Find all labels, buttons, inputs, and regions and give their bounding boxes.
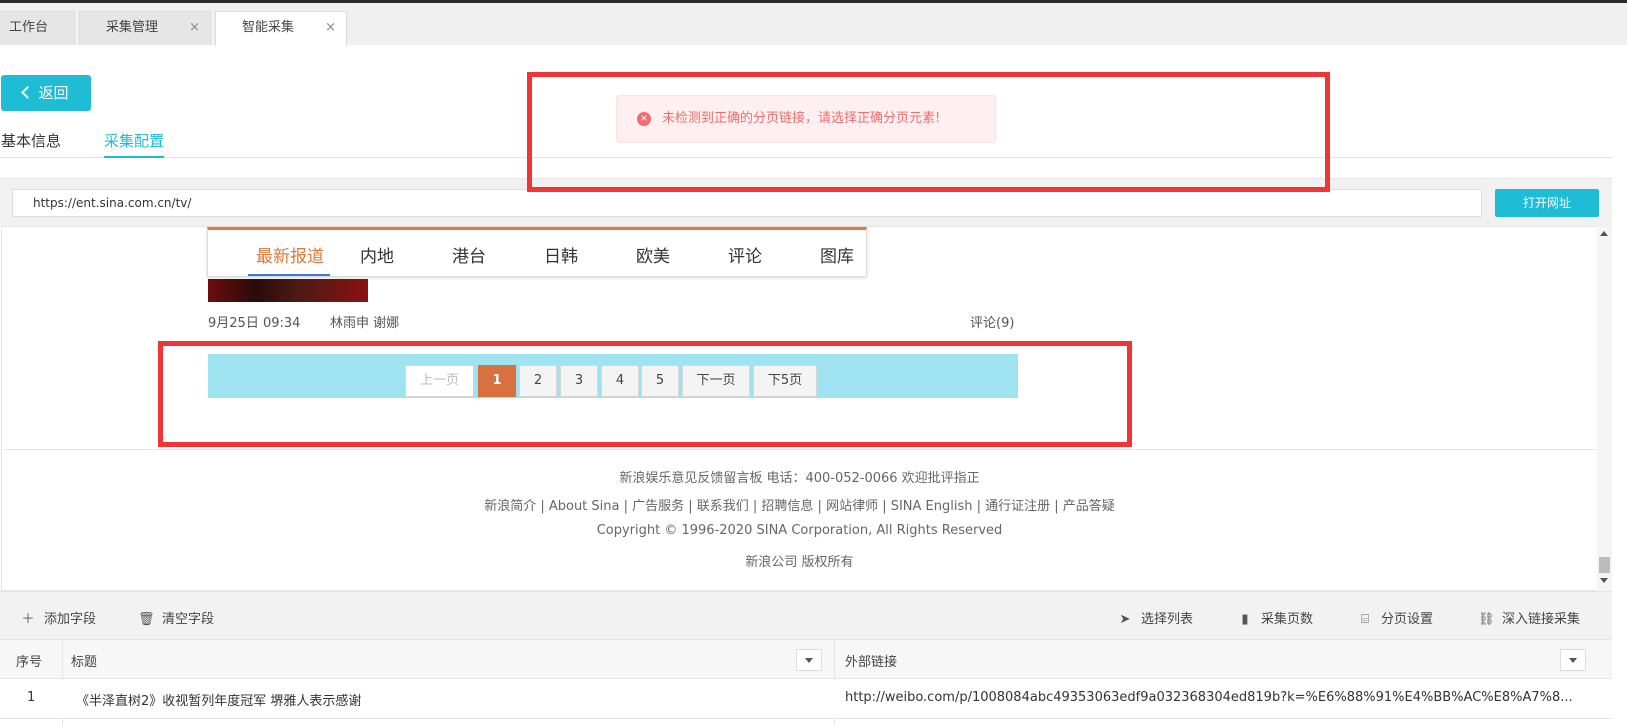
pagination-settings-label: 分页设置 (1381, 612, 1434, 627)
tab-label: 采集管理 (106, 20, 159, 35)
preview-scrollbar[interactable] (1597, 226, 1612, 591)
table-row[interactable]: 1 《半泽直树2》收视暂列年度冠军 堺雅人表示感谢 http://weibo.c… (0, 679, 1612, 719)
article-comments-link[interactable]: 评论(9) (970, 312, 1014, 331)
sina-category-nav: 最新报道 内地 港台 日韩 欧美 评论 图库 (207, 227, 867, 277)
trash-icon: 🗑 (138, 612, 155, 627)
nav-item-reviews[interactable]: 评论 (728, 242, 762, 267)
tab-bar: 工作台 采集管理 × 智能采集 × (0, 3, 1627, 46)
pager-highlight-box (158, 341, 1132, 447)
back-button-label: 返回 (38, 84, 69, 102)
collect-pages-button[interactable]: ▮ 采集页数 (1237, 608, 1313, 627)
title-column-dropdown[interactable] (796, 649, 822, 671)
nav-item-latest[interactable]: 最新报道 (256, 242, 324, 267)
collect-pages-label: 采集页数 (1261, 612, 1314, 627)
nav-item-jp-kr[interactable]: 日韩 (544, 242, 578, 267)
tab-smart-collection[interactable]: 智能采集 × (215, 11, 347, 46)
chevron-left-icon (21, 86, 35, 99)
clear-fields-label: 清空字段 (162, 612, 215, 627)
nav-active-underline (248, 274, 330, 276)
preview-divider (4, 449, 1599, 450)
subtab-basic-info[interactable]: 基本信息 (1, 130, 61, 151)
app-root: 工作台 采集管理 × 智能采集 × 返回 基本信息 采集配置 https://e… (0, 0, 1627, 725)
select-list-button[interactable]: ➤ 选择列表 (1117, 608, 1193, 627)
pagination-settings-button[interactable]: ⌸ 分页设置 (1357, 608, 1433, 627)
open-url-button[interactable]: 打开网址 (1495, 189, 1599, 217)
subtab-collection-config[interactable]: 采集配置 (104, 130, 165, 158)
field-toolbar: ＋ 添加字段 🗑 清空字段 ➤ 选择列表 ▮ 采集页数 ⌸ 分页设置 ⛓ 深入链接采集 (0, 591, 1612, 639)
tab-collection-management[interactable]: 采集管理 × (79, 11, 211, 45)
tab-workbench[interactable]: 工作台 (0, 11, 75, 45)
footer-company: 新浪公司 版权所有 (745, 555, 854, 570)
tab-label: 工作台 (9, 20, 49, 35)
back-button[interactable]: 返回 (1, 75, 91, 111)
pagination-icon: ⌸ (1361, 612, 1369, 627)
scroll-thumb[interactable] (1599, 557, 1610, 573)
row-title: 《半泽直树2》收视暂列年度冠军 堺雅人表示感谢 (76, 694, 362, 709)
chevron-down-icon (805, 658, 813, 663)
deep-link-button[interactable]: ⛓ 深入链接采集 (1478, 608, 1580, 627)
nav-item-mainland[interactable]: 内地 (360, 242, 394, 267)
header-external-link: 外部链接 (845, 655, 898, 670)
toast-highlight-box (527, 72, 1330, 192)
article-authors: 林雨申 谢娜 (330, 316, 400, 331)
header-index: 序号 (16, 655, 43, 670)
add-field-button[interactable]: ＋ 添加字段 (20, 608, 96, 627)
select-list-label: 选择列表 (1141, 612, 1194, 627)
url-input[interactable]: https://ent.sina.com.cn/tv/ (12, 189, 1482, 217)
scroll-down-icon[interactable] (1600, 578, 1608, 583)
row-index: 1 (27, 690, 36, 705)
article-thumbnail (208, 279, 368, 302)
close-icon[interactable]: × (325, 12, 336, 44)
row-external-link[interactable]: http://weibo.com/p/1008084abc49353063edf… (845, 690, 1597, 705)
plus-icon: ＋ (21, 612, 35, 627)
cursor-icon: ➤ (1119, 612, 1131, 627)
scroll-up-icon[interactable] (1600, 231, 1608, 236)
close-icon[interactable]: × (189, 12, 200, 44)
nav-item-west[interactable]: 欧美 (636, 242, 670, 267)
chevron-down-icon (1569, 658, 1577, 663)
footer-links: 新浪简介 | About Sina | 广告服务 | 联系我们 | 招聘信息 |… (484, 499, 1115, 514)
deep-link-label: 深入链接采集 (1502, 612, 1581, 627)
header-title: 标题 (71, 655, 98, 670)
nav-item-gallery[interactable]: 图库 (820, 242, 854, 267)
link-column-dropdown[interactable] (1560, 649, 1586, 671)
link-icon: ⛓ (1478, 612, 1495, 627)
nav-item-hk-tw[interactable]: 港台 (452, 242, 486, 267)
footer-feedback: 新浪娱乐意见反馈留言板 电话：400-052-0066 欢迎批评指正 (619, 471, 980, 486)
table-header: 序号 标题 外部链接 (0, 639, 1612, 679)
clear-fields-button[interactable]: 🗑 清空字段 (138, 608, 214, 627)
footer-copyright: Copyright © 1996-2020 SINA Corporation, … (596, 523, 1003, 538)
file-icon: ▮ (1241, 612, 1249, 627)
add-field-label: 添加字段 (44, 612, 97, 627)
article-time: 9月25日 09:34 (208, 316, 301, 331)
tab-label: 智能采集 (242, 20, 295, 35)
